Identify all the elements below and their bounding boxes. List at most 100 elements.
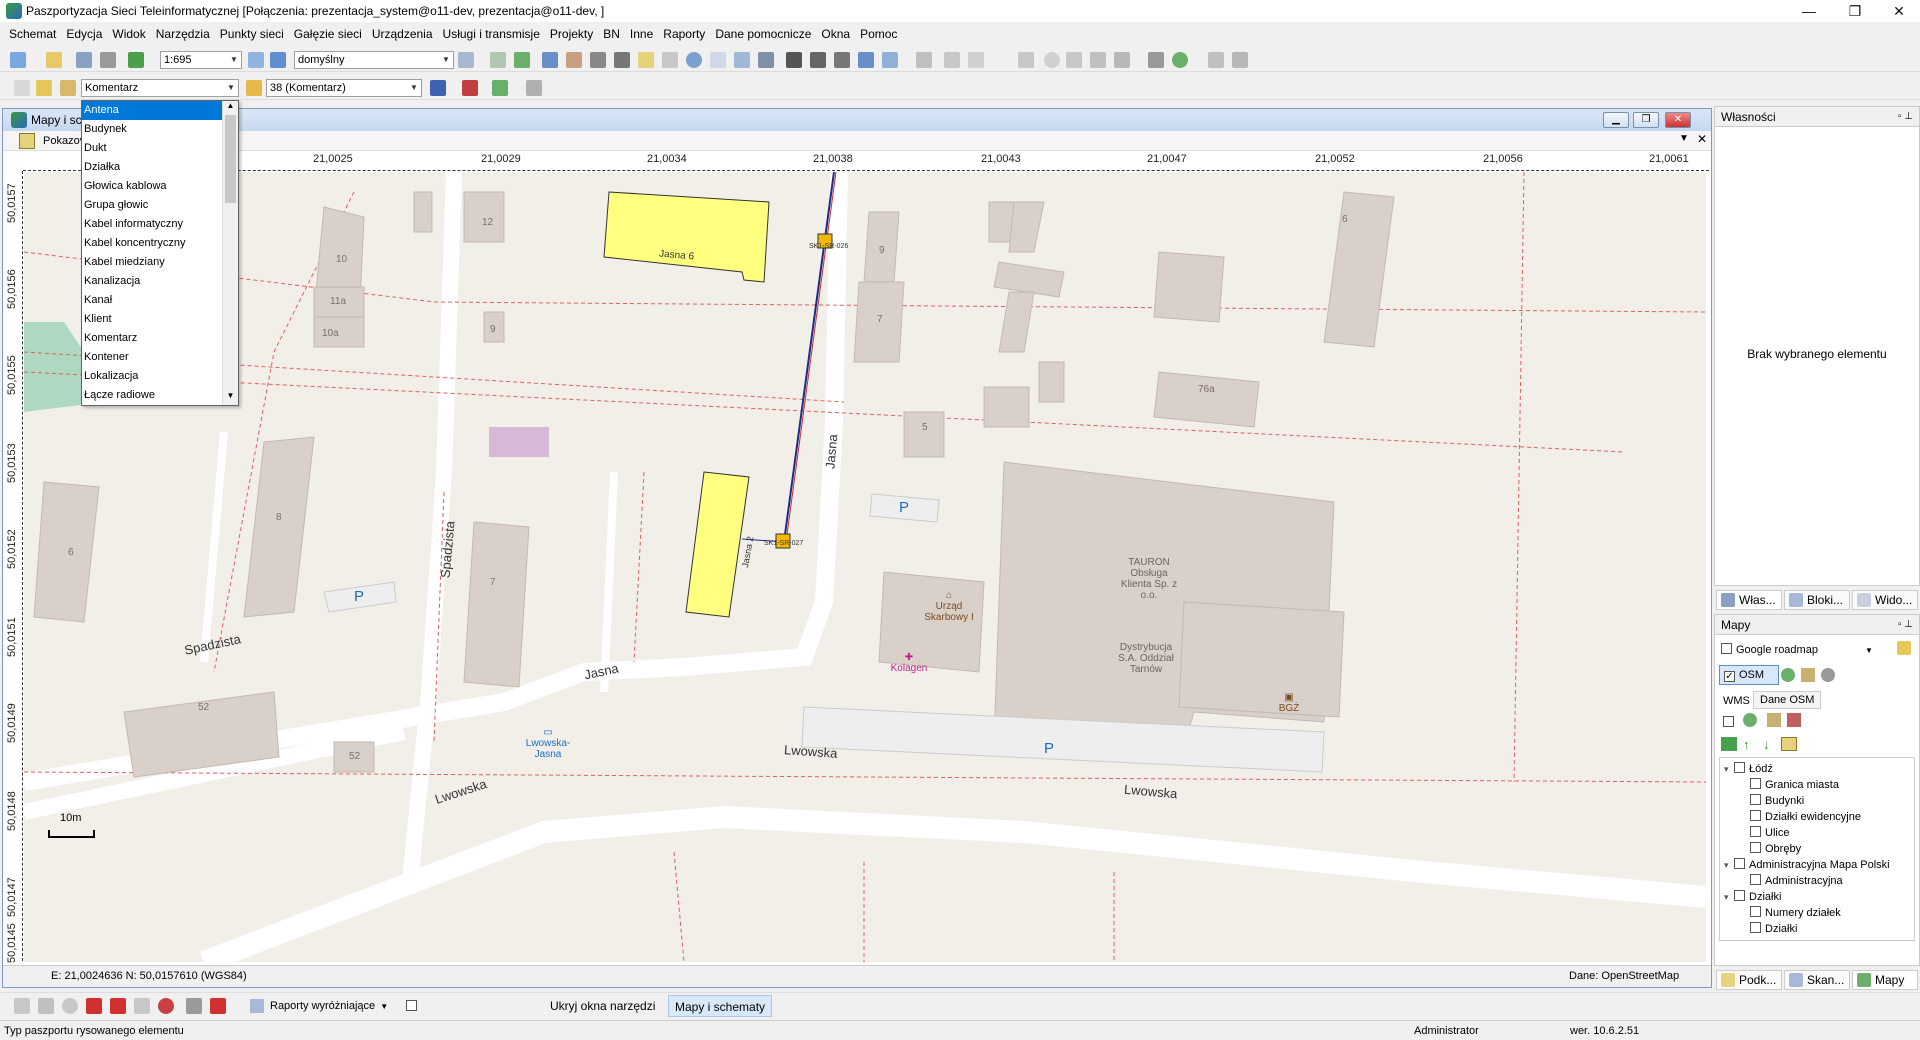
google-checkbox[interactable] [1721, 643, 1732, 654]
dropdown-item[interactable]: Kabel miedziany [82, 253, 222, 272]
expand-icon[interactable]: ▾ [1724, 764, 1734, 775]
close-tool-icon[interactable] [526, 80, 542, 96]
map-canvas[interactable]: Spadzista Spadzista Jasna Jasna Jasna 2 … [24, 172, 1706, 962]
car-icon[interactable] [590, 52, 606, 68]
tree-checkbox[interactable] [1750, 906, 1761, 917]
globe-icon[interactable] [1172, 52, 1188, 68]
menu-punkty-sieci[interactable]: Punkty sieci [215, 27, 289, 41]
open-icon[interactable] [46, 52, 62, 68]
menu-inne[interactable]: Inne [625, 27, 658, 41]
globe-icon[interactable] [1781, 668, 1795, 682]
menu-edycja[interactable]: Edycja [61, 27, 107, 41]
grid-dots-icon[interactable] [566, 52, 582, 68]
tree-checkbox[interactable] [1734, 858, 1745, 869]
menu-pomoc[interactable]: Pomoc [855, 27, 902, 41]
person-icon[interactable] [1232, 52, 1248, 68]
arrow-up-icon[interactable]: ↑ [1743, 737, 1750, 752]
highlight-icon[interactable] [638, 52, 654, 68]
grid-icon[interactable] [186, 998, 202, 1014]
disabled-tool-icon[interactable] [944, 52, 960, 68]
mdi-restore-button[interactable]: ❐ [1633, 112, 1659, 128]
align-icon[interactable] [810, 52, 826, 68]
reports-button[interactable]: Raporty wyróżniające ▼ [250, 997, 388, 1015]
dropdown-item[interactable]: Kanalizacja [82, 272, 222, 291]
crosshair-icon[interactable] [1148, 52, 1164, 68]
expand-icon[interactable] [882, 52, 898, 68]
mdi-minimize-button[interactable]: ▁ [1603, 112, 1629, 128]
dropdown-item[interactable]: Grupa głowic [82, 196, 222, 215]
expand-icon[interactable]: ▾ [1724, 892, 1734, 903]
disabled-tool-icon[interactable] [968, 52, 984, 68]
pen-icon[interactable] [14, 998, 30, 1014]
dropdown-scrollbar[interactable]: ▲ ▼ [222, 101, 238, 405]
menu-schemat[interactable]: Schemat [4, 27, 61, 41]
fit-icon[interactable] [834, 52, 850, 68]
line-tool-icon[interactable] [430, 80, 446, 96]
dropdown-item[interactable]: Kabel informatyczny [82, 215, 222, 234]
disabled-tool-icon[interactable] [1044, 52, 1060, 68]
dropdown-item[interactable]: Kabel koncentryczny [82, 234, 222, 253]
connect-icon[interactable] [492, 80, 508, 96]
tool-icon[interactable] [38, 998, 54, 1014]
disabled-tool-icon[interactable] [1114, 52, 1130, 68]
dropdown-item[interactable]: Głowica kablowa [82, 177, 222, 196]
mdi-close-button[interactable]: ✕ [1665, 112, 1691, 128]
scroll-thumb[interactable] [225, 115, 236, 203]
menu-narzedzia[interactable]: Narzędzia [151, 27, 215, 41]
pencil-line-icon[interactable] [60, 80, 76, 96]
menu-projekty[interactable]: Projekty [545, 27, 598, 41]
globe-add-icon[interactable] [1743, 713, 1757, 727]
tree-node[interactable]: Ulice [1750, 826, 1789, 839]
add-icon[interactable] [1721, 737, 1737, 751]
dropdown-item[interactable]: Budynek [82, 120, 222, 139]
menu-widok[interactable]: Widok [107, 27, 150, 41]
tree-checkbox[interactable] [1750, 826, 1761, 837]
edit-icon[interactable] [134, 998, 150, 1014]
select-icon[interactable] [758, 52, 774, 68]
osm-checkbox[interactable] [1724, 671, 1735, 682]
menu-bn[interactable]: BN [598, 27, 625, 41]
dropdown-item[interactable]: Antena [82, 101, 222, 120]
tab-bloki[interactable]: Bloki... [1784, 590, 1850, 610]
tab-podklady[interactable]: Podk... [1716, 970, 1782, 990]
style-combo[interactable]: domyślny ▼ [294, 51, 454, 69]
stop-icon[interactable] [86, 998, 102, 1014]
dropdown-item[interactable]: Dukt [82, 139, 222, 158]
link-icon[interactable] [858, 52, 874, 68]
dropdown-item[interactable]: Kontener [82, 348, 222, 367]
record-icon[interactable] [158, 998, 174, 1014]
layer-icon[interactable] [662, 52, 678, 68]
scroll-up-icon[interactable]: ▲ [223, 101, 238, 115]
lock-icon[interactable] [246, 80, 262, 96]
bottom-checkbox[interactable] [406, 1000, 417, 1011]
osm-toggle[interactable]: OSM [1719, 665, 1779, 685]
dropdown-item[interactable]: Komentarz [82, 329, 222, 348]
close-icon[interactable]: ✕ [1697, 132, 1707, 146]
tree-node[interactable]: Numery działek [1750, 906, 1841, 919]
person-icon[interactable] [1208, 52, 1224, 68]
tree-checkbox[interactable] [1750, 922, 1761, 933]
element-type-combo[interactable]: Komentarz ▼ [81, 79, 239, 97]
minimize-button[interactable]: — [1786, 0, 1832, 22]
tree-node[interactable]: ▾ Działki [1724, 890, 1781, 903]
zoom-extent-icon[interactable] [270, 52, 286, 68]
menu-galezie-sieci[interactable]: Gałęzie sieci [289, 27, 367, 41]
remove-layer-icon[interactable] [1787, 713, 1801, 727]
dropdown-item[interactable]: Łącze radiowe [82, 386, 222, 405]
building-icon[interactable] [614, 52, 630, 68]
pin-icon[interactable]: ▫ ⊥ [1898, 615, 1913, 635]
chevron-down-icon[interactable]: ▼ [1865, 646, 1873, 655]
stop-icon[interactable] [110, 998, 126, 1014]
tree-node[interactable]: Administracyjna [1750, 874, 1843, 887]
delete-icon[interactable] [210, 998, 226, 1014]
tree-checkbox[interactable] [1750, 842, 1761, 853]
layer-combo[interactable]: 38 (Komentarz) ▼ [266, 79, 422, 97]
close-button[interactable]: ✕ [1876, 0, 1920, 22]
disabled-tool-icon[interactable] [1066, 52, 1082, 68]
tree-node[interactable]: ▾ Łódź [1724, 762, 1773, 775]
tab-wms[interactable]: WMS [1723, 695, 1750, 707]
grid-icon[interactable] [734, 52, 750, 68]
edit-icon[interactable] [1801, 668, 1815, 682]
wms-checkbox[interactable] [1723, 716, 1734, 727]
map-icon[interactable] [1781, 737, 1797, 751]
